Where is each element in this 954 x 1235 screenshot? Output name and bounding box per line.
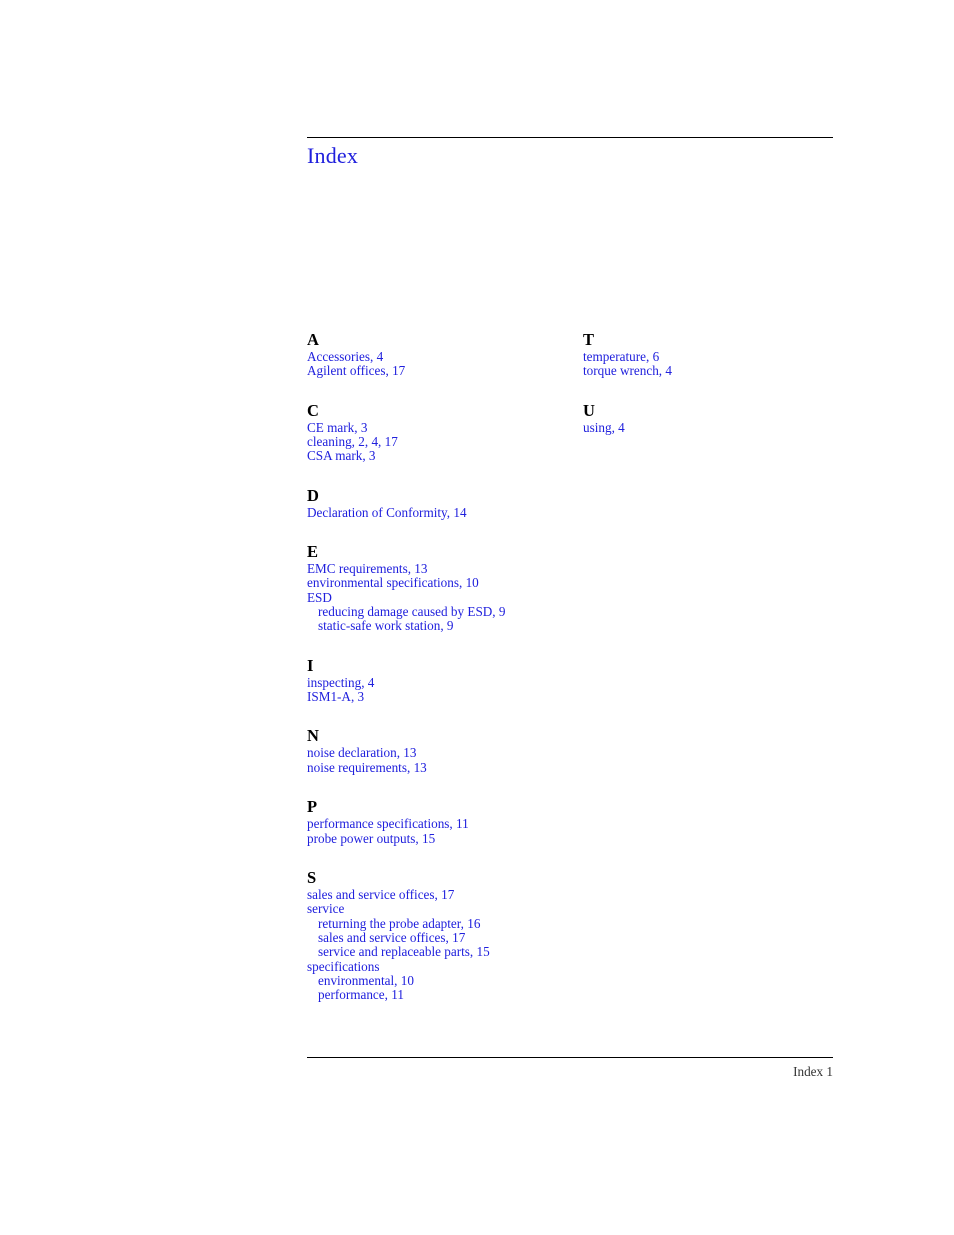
index-section-n: Nnoise declaration, 13 noise requirements… xyxy=(307,726,557,775)
index-subentry[interactable]: performance, 11 xyxy=(307,987,557,1002)
index-entry[interactable]: sales and service offices, 17 xyxy=(307,887,557,902)
index-section-p: Pperformance specifications, 11 probe pow… xyxy=(307,797,557,846)
index-entry[interactable]: ESD xyxy=(307,590,557,605)
index-entry[interactable]: probe power outputs, 15 xyxy=(307,831,557,846)
section-letter: E xyxy=(307,542,319,562)
index-entry[interactable]: noise requirements, 13 xyxy=(307,760,557,775)
index-section-i: Iinspecting, 4 ISM1-A, 3 xyxy=(307,656,557,705)
index-entry[interactable]: performance specifications, 11 xyxy=(307,816,557,831)
index-subentry[interactable]: sales and service offices, 17 xyxy=(307,930,557,945)
index-entry[interactable]: temperature, 6 xyxy=(583,349,833,364)
section-letter: T xyxy=(583,330,595,349)
index-entry[interactable]: noise declaration, 13 xyxy=(307,746,557,761)
index-entry[interactable]: cleaning, 2, 4, 17 xyxy=(307,434,557,449)
index-entry[interactable]: Declaration of Conformity, 14 xyxy=(307,505,557,520)
page-title: Index xyxy=(307,143,359,168)
index-entry[interactable]: Accessories, 4 xyxy=(307,349,557,364)
section-letter: S xyxy=(307,867,317,887)
index-column-right: Ttemperature, 6 torque wrench, 4 Uusing, 4 xyxy=(583,330,833,435)
section-letter: I xyxy=(307,655,314,675)
index-section-c: C CE mark, 3 cleaning, 2, 4, 17 CSA mark, 3 xyxy=(307,401,557,464)
section-letter: P xyxy=(307,797,318,817)
index-subentry[interactable]: static-safe work station, 9 xyxy=(307,619,557,634)
index-entry[interactable]: service xyxy=(307,901,557,916)
index-entry[interactable]: Agilent offices, 17 xyxy=(307,363,557,378)
footer-page-label: Index 1 xyxy=(793,1064,833,1079)
index-page: Index A Accessories, 4 Agilent offices, 17… xyxy=(0,0,954,1235)
index-column-left: A Accessories, 4 Agilent offices, 17 C CE ma… xyxy=(307,330,557,1003)
index-entry[interactable]: specifications xyxy=(307,959,557,974)
index-entry[interactable]: CE mark, 3 xyxy=(307,420,557,435)
index-entry[interactable]: inspecting, 4 xyxy=(307,675,557,690)
index-entry[interactable]: torque wrench, 4 xyxy=(583,363,833,378)
header-rule xyxy=(307,137,833,138)
section-letter: C xyxy=(307,400,319,420)
index-subentry[interactable]: environmental, 10 xyxy=(307,973,557,988)
index-entry[interactable]: environmental specifications, 10 xyxy=(307,576,557,591)
index-section-u: Uusing, 4 xyxy=(583,401,833,435)
section-letter: A xyxy=(307,330,319,349)
section-letter: N xyxy=(307,726,319,746)
index-section-t: Ttemperature, 6 torque wrench, 4 xyxy=(583,330,833,379)
index-entry[interactable]: EMC requirements, 13 xyxy=(307,561,557,576)
index-entry[interactable]: ISM1-A, 3 xyxy=(307,689,557,704)
index-entry[interactable]: using, 4 xyxy=(583,420,833,435)
index-section-s: Ssales and service offices, 17 service ret… xyxy=(307,868,557,1003)
index-subentry[interactable]: returning the probe adapter, 16 xyxy=(307,916,557,931)
index-entry[interactable]: CSA mark, 3 xyxy=(307,449,557,464)
section-letter: U xyxy=(583,400,595,420)
index-section-a: A Accessories, 4 Agilent offices, 17 xyxy=(307,330,557,379)
section-letter: D xyxy=(307,485,319,505)
index-subentry[interactable]: reducing damage caused by ESD, 9 xyxy=(307,604,557,619)
footer-rule xyxy=(307,1057,833,1058)
index-section-e: E EMC requirements, 13 environmental speci… xyxy=(307,542,557,634)
index-section-d: D Declaration of Conformity, 14 xyxy=(307,486,557,520)
index-subentry[interactable]: service and replaceable parts, 15 xyxy=(307,944,557,959)
